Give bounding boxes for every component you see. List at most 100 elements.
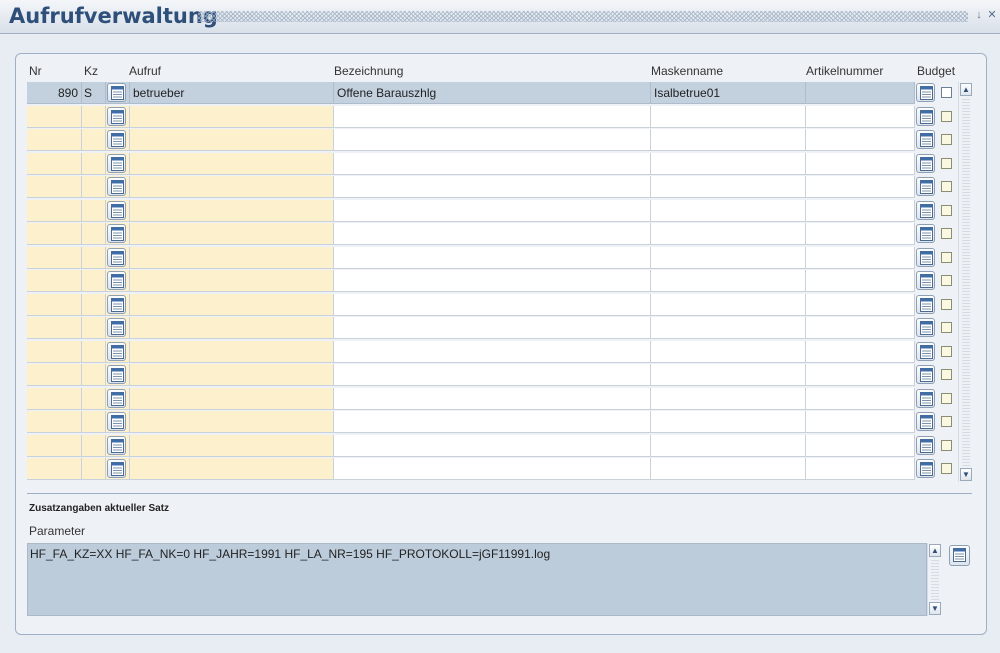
cell-aufruf[interactable] (130, 317, 334, 339)
aufruf-lov-button[interactable] (107, 224, 126, 243)
cell-nr[interactable] (27, 270, 82, 292)
cell-bezeichnung[interactable] (334, 317, 651, 339)
aufruf-lov-button[interactable] (107, 388, 126, 408)
cell-nr[interactable] (27, 364, 82, 386)
cell-artikelnummer[interactable] (806, 223, 915, 245)
budget-lov-button[interactable] (916, 294, 935, 314)
cell-bezeichnung[interactable]: Offene Barauszhlg (334, 82, 651, 104)
cell-bezeichnung[interactable] (334, 340, 651, 363)
cell-aufruf[interactable]: betrueber (130, 82, 334, 104)
cell-kz[interactable] (82, 340, 106, 363)
table-row[interactable] (27, 129, 957, 152)
budget-checkbox[interactable] (941, 275, 952, 286)
cell-bezeichnung[interactable] (334, 246, 651, 269)
budget-checkbox[interactable] (941, 251, 952, 263)
aufruf-lov-button[interactable] (107, 130, 126, 149)
cell-nr[interactable] (27, 317, 82, 339)
cell-kz[interactable] (82, 387, 106, 410)
budget-checkbox[interactable] (941, 439, 952, 451)
budget-checkbox[interactable] (941, 228, 952, 239)
cell-maskenname[interactable] (651, 105, 806, 128)
budget-checkbox[interactable] (941, 463, 952, 474)
budget-lov-button[interactable] (916, 153, 935, 173)
cell-artikelnummer[interactable] (806, 317, 915, 339)
cell-artikelnummer[interactable] (806, 270, 915, 292)
cell-aufruf[interactable] (130, 246, 334, 269)
aufruf-lov-button[interactable] (107, 294, 126, 314)
cell-maskenname[interactable] (651, 387, 806, 410)
cell-bezeichnung[interactable] (334, 387, 651, 410)
cell-kz[interactable] (82, 129, 106, 151)
budget-lov-button[interactable] (916, 247, 935, 267)
cell-bezeichnung[interactable] (334, 411, 651, 433)
budget-lov-button[interactable] (916, 106, 935, 126)
cell-artikelnummer[interactable] (806, 387, 915, 410)
budget-lov-button[interactable] (916, 130, 935, 149)
cell-bezeichnung[interactable] (334, 434, 651, 457)
cell-kz[interactable] (82, 176, 106, 198)
parameter-scrollbar[interactable]: ▲ ▼ (927, 543, 942, 616)
cell-kz[interactable]: S (82, 82, 106, 104)
table-row[interactable] (27, 176, 957, 199)
scrollbar-thumb[interactable] (962, 98, 970, 466)
cell-kz[interactable] (82, 293, 106, 316)
cell-artikelnummer[interactable] (806, 129, 915, 151)
table-row[interactable] (27, 199, 957, 223)
cell-artikelnummer[interactable] (806, 199, 915, 222)
cell-maskenname[interactable] (651, 458, 806, 480)
budget-checkbox[interactable] (941, 204, 952, 216)
cell-maskenname[interactable] (651, 129, 806, 151)
aufruf-lov-button[interactable] (107, 271, 126, 290)
cell-nr[interactable] (27, 129, 82, 151)
cell-maskenname[interactable] (651, 176, 806, 198)
table-row[interactable] (27, 246, 957, 270)
table-row[interactable] (27, 317, 957, 340)
budget-lov-button[interactable] (916, 83, 935, 102)
cell-nr[interactable] (27, 434, 82, 457)
cell-maskenname[interactable]: Isalbetrue01 (651, 82, 806, 104)
cell-aufruf[interactable] (130, 176, 334, 198)
cell-maskenname[interactable] (651, 199, 806, 222)
table-row[interactable] (27, 434, 957, 458)
cell-aufruf[interactable] (130, 152, 334, 175)
cell-aufruf[interactable] (130, 387, 334, 410)
cell-bezeichnung[interactable] (334, 293, 651, 316)
budget-checkbox[interactable] (941, 345, 952, 357)
table-row[interactable] (27, 340, 957, 364)
cell-nr[interactable] (27, 293, 82, 316)
cell-artikelnummer[interactable] (806, 293, 915, 316)
budget-lov-button[interactable] (916, 318, 935, 337)
scroll-up-arrow-icon[interactable]: ▲ (960, 83, 972, 96)
budget-lov-button[interactable] (916, 200, 935, 220)
cell-artikelnummer[interactable] (806, 434, 915, 457)
table-row[interactable] (27, 411, 957, 434)
cell-artikelnummer[interactable] (806, 458, 915, 480)
cell-kz[interactable] (82, 105, 106, 128)
cell-nr[interactable] (27, 387, 82, 410)
cell-maskenname[interactable] (651, 293, 806, 316)
cell-maskenname[interactable] (651, 317, 806, 339)
cell-artikelnummer[interactable] (806, 152, 915, 175)
aufruf-lov-button[interactable] (107, 341, 126, 361)
budget-lov-button[interactable] (916, 224, 935, 243)
cell-nr[interactable] (27, 199, 82, 222)
budget-checkbox[interactable] (941, 416, 952, 427)
budget-checkbox[interactable] (941, 87, 952, 98)
cell-artikelnummer[interactable] (806, 82, 915, 104)
cell-nr[interactable] (27, 458, 82, 480)
cell-aufruf[interactable] (130, 270, 334, 292)
table-row[interactable] (27, 105, 957, 129)
aufruf-lov-button[interactable] (107, 153, 126, 173)
budget-lov-button[interactable] (916, 435, 935, 455)
budget-lov-button[interactable] (916, 177, 935, 196)
budget-lov-button[interactable] (916, 412, 935, 431)
cell-bezeichnung[interactable] (334, 270, 651, 292)
cell-maskenname[interactable] (651, 340, 806, 363)
close-icon[interactable]: ✕ (986, 8, 998, 22)
budget-lov-button[interactable] (916, 459, 935, 478)
cell-artikelnummer[interactable] (806, 105, 915, 128)
aufruf-lov-button[interactable] (107, 318, 126, 337)
cell-maskenname[interactable] (651, 246, 806, 269)
budget-lov-button[interactable] (916, 271, 935, 290)
cell-aufruf[interactable] (130, 411, 334, 433)
